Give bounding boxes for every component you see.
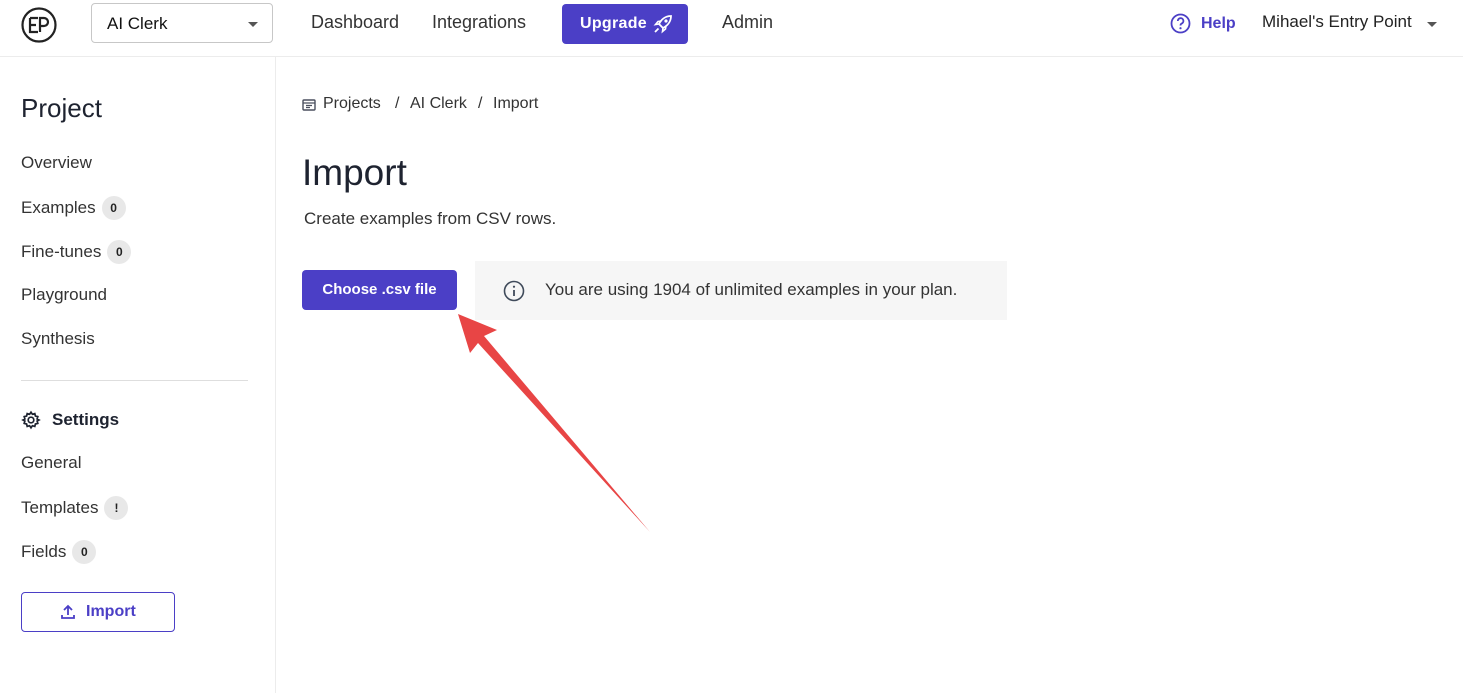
user-menu[interactable]: Mihael's Entry Point	[1262, 12, 1412, 32]
sidebar-item-label: Playground	[21, 285, 108, 304]
upgrade-label: Upgrade	[580, 15, 647, 32]
sidebar-item-label: Templates	[21, 498, 99, 517]
help-icon	[1170, 13, 1191, 34]
nav-admin[interactable]: Admin	[722, 12, 773, 33]
import-button-label: Import	[86, 603, 136, 620]
breadcrumb-project[interactable]: AI Clerk	[410, 95, 467, 113]
sidebar-item-label: Fine-tunes	[21, 242, 102, 261]
page-subtitle: Create examples from CSV rows.	[304, 209, 557, 228]
project-select[interactable]: AI Clerk	[91, 3, 273, 43]
page-title: Import	[302, 152, 407, 193]
nav-dashboard[interactable]: Dashboard	[311, 12, 399, 33]
count-badge: 0	[107, 240, 132, 264]
sidebar-item-label: Examples	[21, 198, 96, 217]
project-select-value: AI Clerk	[107, 14, 168, 33]
chevron-down-icon[interactable]	[1425, 19, 1439, 29]
sidebar-item-synthesis[interactable]: Synthesis	[21, 329, 95, 349]
sidebar-item-templates[interactable]: Templates!	[21, 496, 129, 520]
sidebar-item-overview[interactable]: Overview	[21, 153, 92, 173]
breadcrumb-current: Import	[493, 95, 539, 112]
sidebar-item-label: Fields	[21, 542, 67, 561]
warning-badge: !	[104, 496, 129, 520]
chevron-down-icon	[248, 22, 258, 27]
help-label: Help	[1201, 15, 1236, 32]
sidebar-item-examples[interactable]: Examples 0	[21, 196, 126, 220]
gear-icon	[21, 410, 41, 430]
sidebar: Project Overview Examples 0 Fine-tunes 0 P…	[0, 57, 276, 693]
sidebar-item-general[interactable]: General	[21, 453, 81, 473]
sidebar-item-label: Overview	[21, 153, 92, 172]
sidebar-item-label: General	[21, 453, 82, 472]
sidebar-item-playground[interactable]: Playground	[21, 285, 107, 305]
sidebar-item-fields[interactable]: Fields 0	[21, 540, 97, 564]
plan-usage-info: You are using 1904 of unlimited examples…	[475, 261, 1007, 320]
sidebar-title: Project	[21, 93, 102, 123]
settings-title: Settings	[52, 410, 120, 429]
breadcrumb-projects[interactable]: Projects	[323, 95, 381, 113]
upload-icon	[61, 604, 75, 619]
info-icon	[503, 280, 525, 302]
sidebar-divider	[21, 380, 248, 381]
sidebar-item-label: Synthesis	[21, 329, 95, 348]
choose-csv-button[interactable]: Choose .csv file	[302, 270, 457, 310]
sidebar-item-fine-tunes[interactable]: Fine-tunes 0	[21, 240, 132, 264]
import-button[interactable]: Import	[21, 592, 175, 632]
top-bar: AI Clerk Dashboard Integrations Upgrade …	[0, 0, 1463, 57]
breadcrumb-separator: /	[478, 95, 483, 112]
breadcrumb-separator: /	[395, 95, 400, 112]
rocket-icon	[653, 15, 672, 34]
logo-icon[interactable]	[20, 6, 58, 44]
plan-usage-text: You are using 1904 of unlimited examples…	[545, 280, 958, 299]
projects-icon	[302, 99, 316, 111]
nav-integrations[interactable]: Integrations	[432, 12, 526, 33]
count-badge: 0	[72, 540, 97, 564]
count-badge: 0	[101, 196, 126, 220]
upgrade-button[interactable]: Upgrade	[562, 4, 688, 44]
